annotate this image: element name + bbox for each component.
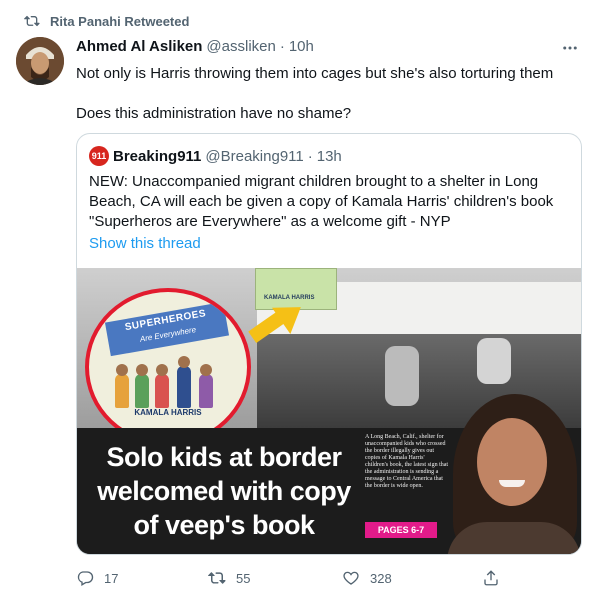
tweet-text: Not only is Harris throwing them into ca… bbox=[76, 64, 576, 124]
retweet-icon bbox=[24, 15, 40, 27]
more-horizontal-icon bbox=[563, 46, 577, 50]
author-name[interactable]: Ahmed Al Asliken bbox=[76, 38, 202, 55]
photo-shoe bbox=[477, 338, 511, 384]
reply-count: 17 bbox=[104, 570, 119, 586]
illustrated-child bbox=[135, 364, 149, 408]
quoted-tweet[interactable]: 911 Breaking911 @Breaking911 · 13h NEW: … bbox=[76, 133, 582, 555]
tweet-header: Ahmed Al Asliken @assliken · 10h bbox=[76, 38, 314, 55]
separator-dot: · bbox=[279, 38, 285, 55]
reply-icon bbox=[77, 571, 94, 586]
newspaper-pages-tag: PAGES 6-7 bbox=[365, 522, 437, 538]
illustrated-adult bbox=[177, 356, 191, 408]
quote-author-handle: @Breaking911 bbox=[205, 147, 304, 165]
more-options-button[interactable] bbox=[560, 38, 580, 58]
like-count: 328 bbox=[370, 570, 392, 586]
show-thread-link[interactable]: Show this thread bbox=[89, 235, 201, 252]
share-icon bbox=[484, 570, 498, 586]
tweet-text-line2: Does this administration have no shame? bbox=[76, 105, 352, 122]
illustrated-child bbox=[115, 364, 129, 408]
quote-header: 911 Breaking911 @Breaking911 · 13h bbox=[89, 146, 342, 166]
share-button[interactable] bbox=[482, 568, 510, 588]
retweet-count: 55 bbox=[236, 570, 251, 586]
retweet-icon bbox=[208, 572, 226, 584]
quote-author-name: Breaking911 bbox=[113, 147, 202, 165]
quote-text: NEW: Unaccompanied migrant children brou… bbox=[89, 173, 554, 230]
illustrated-child bbox=[199, 364, 213, 408]
reply-button[interactable]: 17 bbox=[76, 568, 118, 588]
quote-time: 13h bbox=[316, 147, 342, 165]
tweet-text-line1: Not only is Harris throwing them into ca… bbox=[76, 65, 554, 82]
tweet-actions: 17 55 328 bbox=[76, 568, 576, 588]
portrait-shoulders bbox=[447, 522, 581, 554]
book-illustration bbox=[111, 356, 221, 408]
book-author: KAMALA HARRIS bbox=[134, 408, 202, 417]
newspaper-article-text: A Long Beach, Calif., shelter for unacco… bbox=[365, 434, 449, 489]
tweet[interactable]: Rita Panahi Retweeted Ahmed Al Asliken @… bbox=[0, 0, 598, 597]
tweet-time[interactable]: 10h bbox=[289, 38, 314, 55]
author-handle[interactable]: @assliken bbox=[206, 38, 275, 55]
book-title-banner: SUPERHEROES Are Everywhere bbox=[104, 301, 230, 357]
newspaper-headline: Solo kids at border welcomed with copy o… bbox=[97, 442, 351, 540]
quote-separator-dot: · bbox=[307, 147, 313, 165]
photo-shoe bbox=[385, 346, 419, 406]
retweet-label: Rita Panahi Retweeted bbox=[50, 13, 190, 29]
quote-author-avatar: 911 bbox=[89, 146, 109, 166]
book-cover-inset: SUPERHEROES Are Everywhere KAMALA HARRIS bbox=[85, 288, 251, 446]
quote-media-image[interactable]: KAMALA HARRIS SUPERHEROES Are Everywhere… bbox=[77, 268, 581, 554]
portrait-face bbox=[477, 418, 547, 506]
retweet-button[interactable]: 55 bbox=[208, 568, 250, 588]
illustrated-child bbox=[155, 364, 169, 408]
author-avatar[interactable] bbox=[16, 37, 64, 85]
portrait-smile bbox=[499, 480, 525, 487]
retweet-context[interactable]: Rita Panahi Retweeted bbox=[24, 12, 190, 30]
avatar-portrait bbox=[16, 37, 64, 85]
heart-icon bbox=[343, 571, 359, 585]
portrait-photo bbox=[447, 390, 581, 554]
like-button[interactable]: 328 bbox=[342, 568, 392, 588]
